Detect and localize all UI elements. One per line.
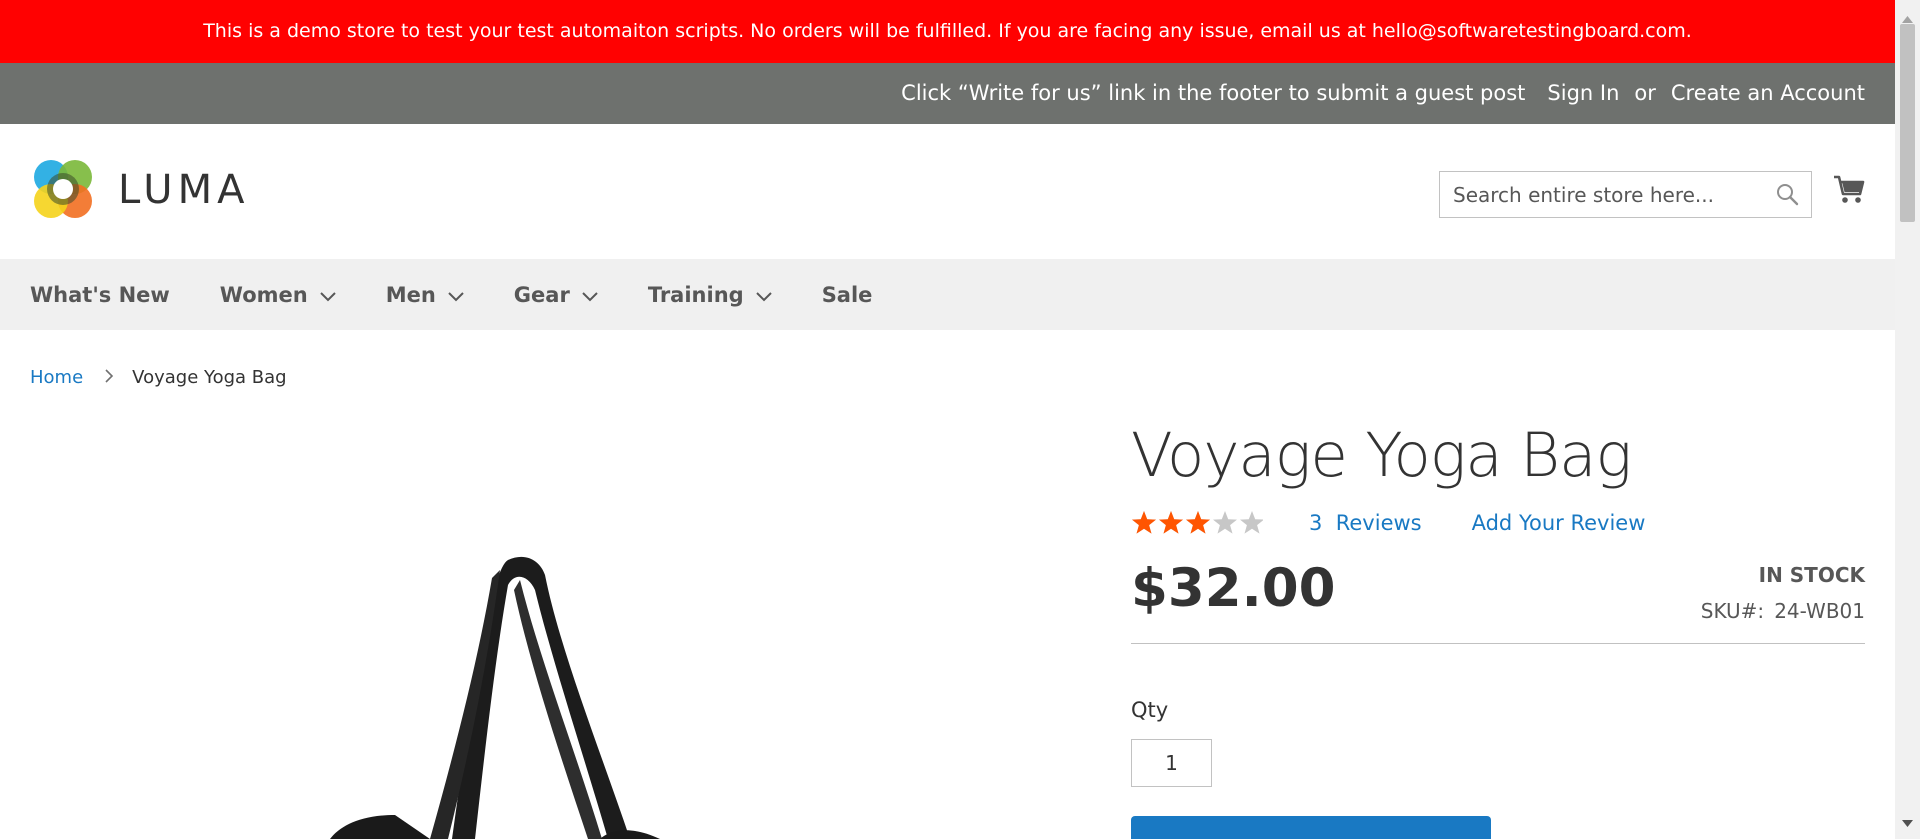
sign-in-link[interactable]: Sign In — [1547, 63, 1619, 124]
nav-item-label: Men — [385, 282, 436, 307]
page: This is a demo store to test your test a… — [0, 0, 1895, 839]
search-box — [1439, 171, 1812, 218]
luma-logo-icon — [34, 160, 92, 218]
rating-stars — [1131, 510, 1263, 536]
chevron-down-icon — [755, 283, 772, 307]
nav-item-women[interactable]: Women — [220, 283, 336, 307]
qty-input[interactable] — [1131, 739, 1212, 787]
chevron-down-icon — [582, 283, 598, 307]
or-separator: or — [1634, 81, 1656, 105]
page-header: LUMA — [0, 124, 1895, 259]
nav-item-whats-new[interactable]: What's New — [30, 283, 170, 307]
main-navigation: What's New Women Men Gear Training Sale — [0, 259, 1895, 330]
nav-item-label: Women — [219, 282, 308, 307]
scroll-down-arrow-icon[interactable] — [1902, 812, 1913, 831]
add-to-cart-button[interactable] — [1131, 816, 1491, 839]
reviews-link[interactable]: 3 Reviews — [1309, 511, 1422, 535]
breadcrumb-current: Voyage Yoga Bag — [132, 367, 287, 388]
chevron-right-icon — [105, 367, 114, 388]
nav-item-label: Gear — [513, 282, 570, 307]
nav-menu: What's New Women Men Gear Training Sale — [0, 259, 1895, 330]
logo-text: LUMA — [118, 167, 250, 213]
header-links: Click “Write for us” link in the footer … — [901, 63, 1865, 124]
luma-logo[interactable]: LUMA — [30, 156, 250, 226]
qty-label: Qty — [1131, 698, 1169, 722]
scrollbar-thumb[interactable] — [1900, 24, 1915, 222]
nav-item-label: Training — [647, 282, 744, 307]
product-image[interactable] — [0, 410, 1080, 839]
product-title: Voyage Yoga Bag — [1131, 420, 1632, 491]
reviews-label: Reviews — [1335, 511, 1422, 535]
vertical-scrollbar[interactable] — [1895, 0, 1920, 839]
search-icon[interactable] — [1775, 182, 1799, 210]
top-panel: Click “Write for us” link in the footer … — [0, 63, 1895, 124]
shopping-cart-icon[interactable] — [1832, 172, 1866, 210]
create-account-link[interactable]: Create an Account — [1671, 63, 1865, 124]
product-price: $32.00 — [1131, 558, 1336, 619]
star-rating-icon — [1132, 511, 1263, 534]
nav-item-training[interactable]: Training — [648, 283, 772, 307]
sku-label: SKU#: — [1700, 599, 1765, 623]
guest-post-note: Click “Write for us” link in the footer … — [901, 81, 1526, 105]
breadcrumb: Home Voyage Yoga Bag — [30, 367, 287, 388]
product-sku: SKU#: 24-WB01 — [1701, 599, 1865, 623]
yoga-bag-image — [330, 556, 660, 839]
nav-item-gear[interactable]: Gear — [514, 283, 598, 307]
nav-item-label: What's New — [30, 282, 170, 307]
divider — [1131, 643, 1865, 644]
stock-status: IN STOCK — [1758, 563, 1865, 587]
nav-item-label: Sale — [821, 282, 873, 307]
breadcrumb-home-link[interactable]: Home — [30, 367, 83, 388]
demo-store-banner: This is a demo store to test your test a… — [0, 0, 1895, 63]
demo-banner-text: This is a demo store to test your test a… — [203, 20, 1692, 42]
product-rating: 3 Reviews Add Your Review — [1131, 510, 1645, 536]
nav-item-sale[interactable]: Sale — [822, 283, 873, 307]
chevron-down-icon — [448, 283, 464, 307]
nav-item-men[interactable]: Men — [386, 283, 464, 307]
search-input[interactable] — [1440, 172, 1773, 217]
sku-value: 24-WB01 — [1774, 599, 1865, 623]
add-your-review-link[interactable]: Add Your Review — [1472, 511, 1646, 535]
reviews-count: 3 — [1309, 511, 1323, 535]
chevron-down-icon — [319, 283, 336, 307]
